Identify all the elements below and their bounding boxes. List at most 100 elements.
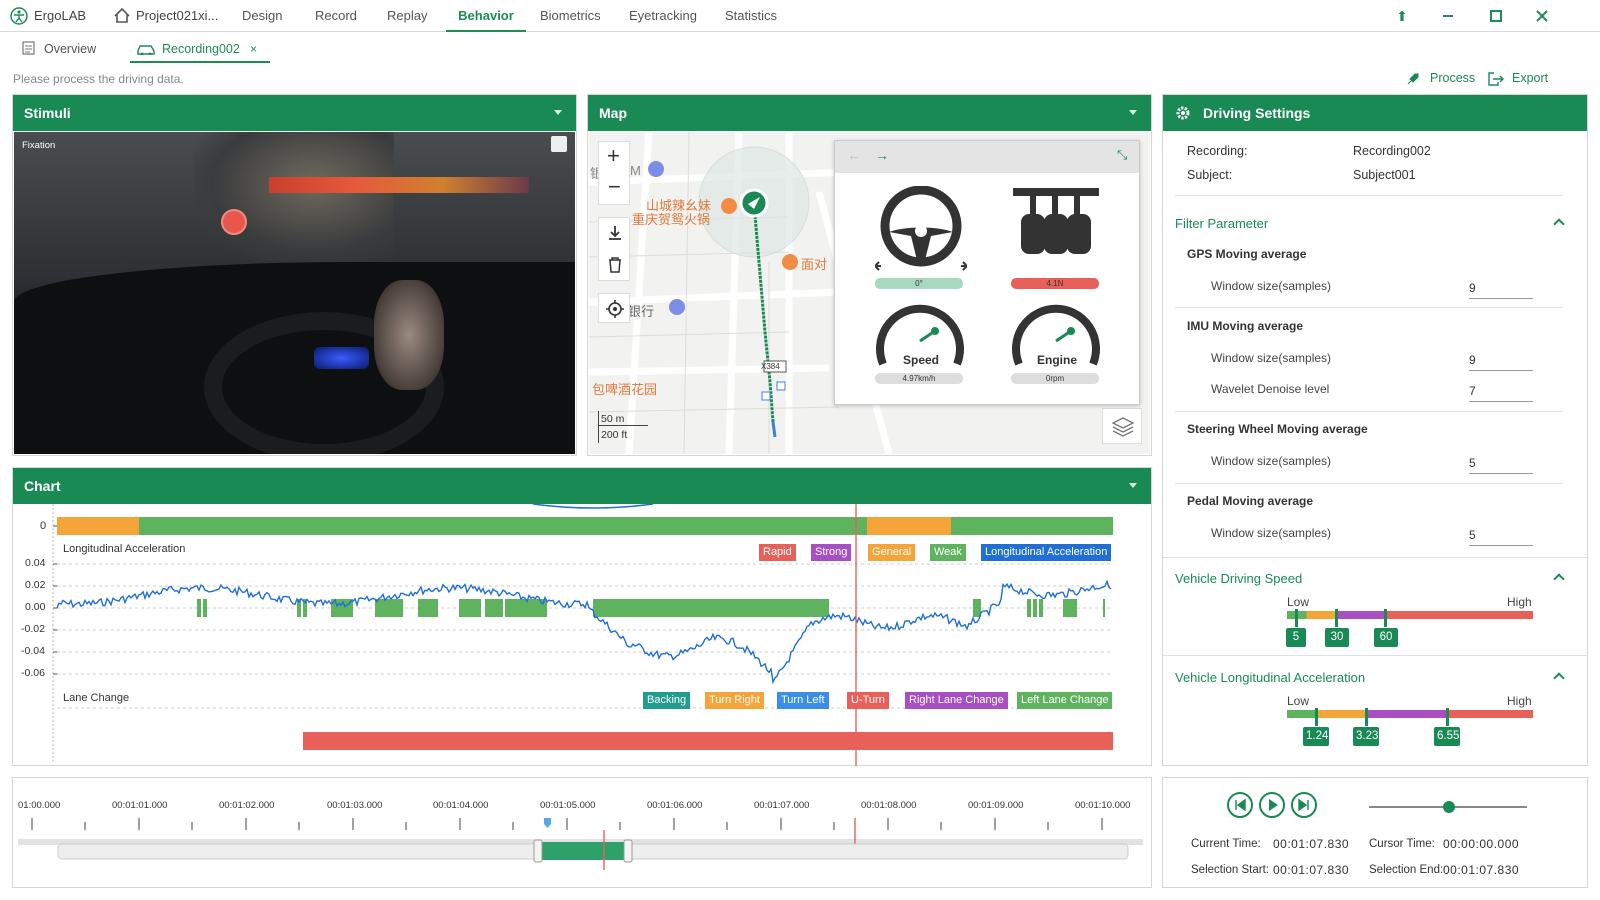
- rocket-icon: [1407, 73, 1419, 85]
- project-name[interactable]: Project021xi...: [136, 8, 218, 23]
- next-arrow-icon[interactable]: →: [875, 147, 889, 163]
- ytick: -0.02: [21, 623, 45, 635]
- speed-value: 4.97km/h: [875, 373, 963, 384]
- layers-button[interactable]: [1102, 408, 1142, 444]
- minimize-icon[interactable]: [1438, 6, 1458, 26]
- home-icon[interactable]: [114, 8, 130, 23]
- timeline-tick: 00:01:05.000: [540, 800, 596, 811]
- layers-icon: [1112, 417, 1134, 437]
- current-time-value: 00:01:07.830: [1273, 837, 1350, 851]
- tab-overview[interactable]: Overview: [44, 37, 96, 63]
- legend-strong[interactable]: Strong: [811, 544, 852, 561]
- driving-settings-panel: Driving Settings Recording: Recording002…: [1162, 94, 1588, 766]
- pedal-window-input[interactable]: 5: [1469, 528, 1533, 546]
- accel-event-block: [459, 599, 481, 617]
- prev-arrow-icon[interactable]: ←: [847, 147, 861, 163]
- speed-mark-3[interactable]: 60: [1374, 628, 1398, 647]
- stimuli-header: Stimuli: [13, 95, 576, 131]
- locate-button[interactable]: [598, 293, 630, 323]
- crosshair-icon: [606, 300, 624, 318]
- nav-eyetracking[interactable]: Eyetracking: [629, 0, 697, 32]
- step-back-button[interactable]: [1227, 792, 1253, 818]
- accel-mark-3[interactable]: 6.55: [1434, 727, 1460, 746]
- legend-rapid[interactable]: Rapid: [759, 544, 796, 561]
- gear-icon: [1176, 106, 1190, 120]
- status-text: Please process the driving data.: [13, 72, 184, 86]
- legend-u-turn[interactable]: U-Turn: [847, 692, 889, 709]
- driving-state-bar: [57, 517, 1113, 535]
- collapse-caret-icon[interactable]: [1129, 110, 1137, 115]
- stimulus-video[interactable]: Fixation: [14, 132, 575, 454]
- nav-design[interactable]: Design: [242, 0, 282, 32]
- download-icon[interactable]: [606, 224, 624, 242]
- speed-label: Speed: [903, 353, 940, 367]
- legend-right-lane-change[interactable]: Right Lane Change: [905, 692, 1008, 709]
- speed-mark-2[interactable]: 30: [1325, 628, 1349, 647]
- trash-icon[interactable]: [607, 256, 623, 274]
- nav-statistics[interactable]: Statistics: [725, 0, 777, 32]
- export-icon: [1488, 72, 1504, 86]
- legend-longitudinal-acceleration[interactable]: Longitudinal Acceleration: [981, 544, 1112, 561]
- chart-header: Chart: [13, 468, 1151, 504]
- steer-title: Steering Wheel Moving average: [1187, 422, 1368, 436]
- nav-biometrics[interactable]: Biometrics: [540, 0, 601, 32]
- timeline-tick: 00:01:08.000: [861, 800, 917, 811]
- chevron-up-icon[interactable]: [1553, 672, 1565, 684]
- chevron-up-icon[interactable]: [1553, 218, 1565, 230]
- legend-left-lane-change[interactable]: Left Lane Change: [1017, 692, 1113, 709]
- fixation-label: Fixation: [22, 140, 56, 151]
- fullscreen-toggle-icon[interactable]: [551, 136, 567, 152]
- legend-turn-right[interactable]: Turn Right: [705, 692, 764, 709]
- imu-wavelet-input[interactable]: 7: [1469, 384, 1533, 402]
- volume-slider-thumb[interactable]: [1443, 801, 1455, 813]
- accel-event-block: [197, 599, 201, 617]
- gps-window-input[interactable]: 9: [1469, 281, 1533, 299]
- nav-record[interactable]: Record: [315, 0, 357, 32]
- chevron-up-icon[interactable]: [1553, 573, 1565, 585]
- maximize-icon[interactable]: [1486, 6, 1506, 26]
- timeline-tick: 00:01:01.000: [112, 800, 168, 811]
- video-hand: [374, 280, 444, 390]
- gps-window-label: Window size(samples): [1211, 279, 1332, 293]
- accel-mark-1[interactable]: 1.24: [1303, 727, 1329, 746]
- legend-general[interactable]: General: [868, 544, 916, 561]
- accel-event-block: [1103, 599, 1105, 617]
- poi-label-2: 重庆贺鸳火锅: [632, 212, 711, 227]
- play-button[interactable]: [1259, 792, 1285, 818]
- steering-angle: 0°: [875, 278, 963, 289]
- zoom-out-icon[interactable]: −: [608, 175, 621, 199]
- ytick: 0.00: [25, 601, 46, 613]
- tab-close-icon[interactable]: ×: [250, 37, 257, 61]
- legend-backing[interactable]: Backing: [643, 692, 691, 709]
- zoom-controls: + −: [598, 141, 630, 205]
- accel-mark-2[interactable]: 3.23: [1353, 727, 1379, 746]
- speed-mark-1[interactable]: 5: [1286, 628, 1306, 647]
- step-forward-button[interactable]: [1291, 792, 1317, 818]
- accel-event-block: [375, 599, 403, 617]
- process-button[interactable]: Process: [1406, 70, 1476, 88]
- poi-label-4: 银行: [628, 304, 655, 319]
- collapse-arrows-icon[interactable]: ⤡: [1117, 147, 1127, 163]
- export-button[interactable]: Export: [1488, 70, 1554, 88]
- accel-event-block: [203, 599, 207, 617]
- top-bar: ErgoLAB Project021xi... Design Record Re…: [0, 0, 1600, 32]
- tab-recording[interactable]: Recording002 ×: [130, 37, 270, 63]
- timeline-tick: 00:01:06.000: [647, 800, 703, 811]
- nav-replay[interactable]: Replay: [387, 0, 427, 32]
- legend-turn-left[interactable]: Turn Left: [777, 692, 829, 709]
- document-tabs: Overview Recording002 ×: [0, 33, 1600, 63]
- imu-window-input[interactable]: 9: [1469, 353, 1533, 371]
- ytick: 0.04: [25, 557, 46, 569]
- collapse-caret-icon[interactable]: [1129, 483, 1137, 488]
- subject-label: Subject:: [1187, 168, 1233, 182]
- nav-behavior[interactable]: Behavior: [446, 0, 526, 32]
- close-icon[interactable]: [1532, 6, 1552, 26]
- stimuli-panel: Stimuli Fixation: [12, 94, 577, 456]
- pin-up-icon[interactable]: ⬆: [1392, 6, 1412, 26]
- map-title: Map: [599, 105, 627, 121]
- legend-weak[interactable]: Weak: [930, 544, 966, 561]
- steer-window-input[interactable]: 5: [1469, 456, 1533, 474]
- zoom-in-icon[interactable]: +: [607, 144, 620, 168]
- timeline-ruler[interactable]: [18, 818, 1148, 880]
- collapse-caret-icon[interactable]: [554, 110, 562, 115]
